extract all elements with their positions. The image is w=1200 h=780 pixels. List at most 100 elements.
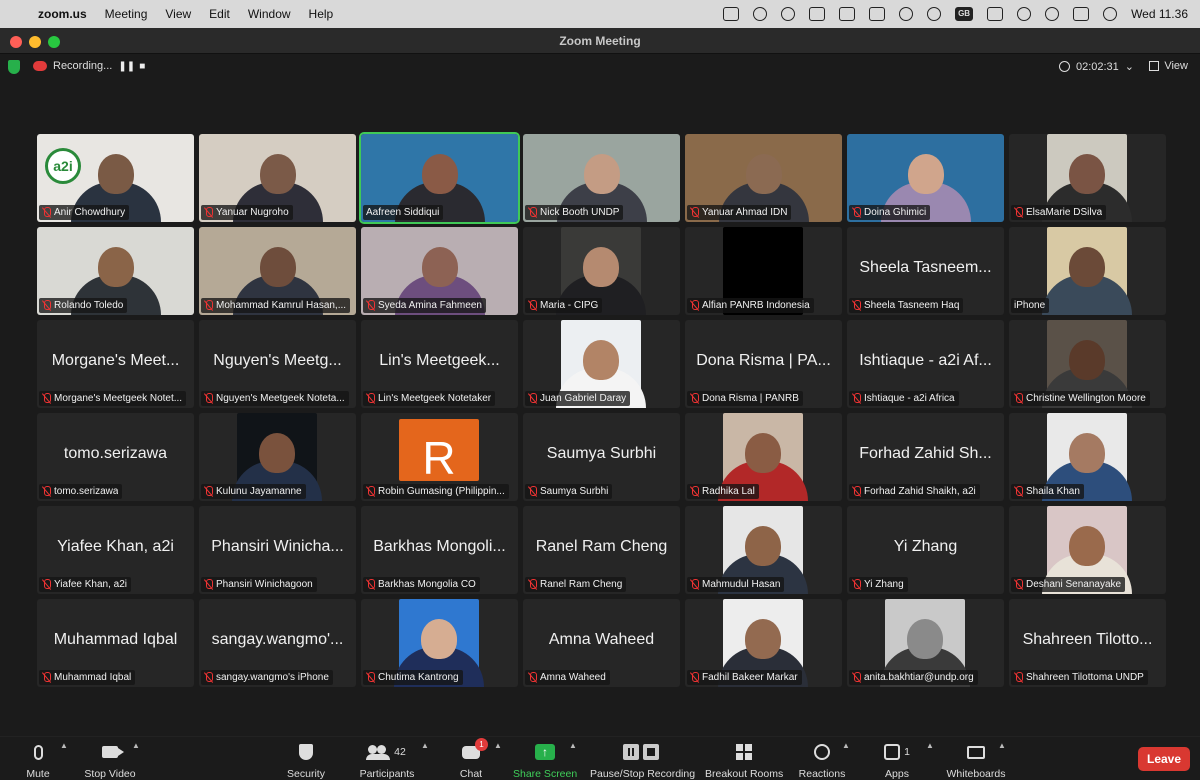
menu-view[interactable]: View <box>165 7 191 21</box>
participant-tile[interactable]: Phansiri Winicha... Phansiri Winichagoon <box>199 506 356 594</box>
participant-display-name: sangay.wangmo'... <box>211 631 344 648</box>
participant-tile[interactable]: Syeda Amina Fahmeen <box>361 227 518 315</box>
keyboard-input-icon[interactable]: GB <box>955 7 974 21</box>
reactions-options-chevron-icon[interactable]: ▲ <box>842 741 850 750</box>
participant-name: Shahreen Tilottoma UNDP <box>1026 672 1144 683</box>
chat-options-chevron-icon[interactable]: ▲ <box>494 741 502 750</box>
battery-icon[interactable] <box>869 7 886 21</box>
reactions-button[interactable]: Reactions <box>798 741 846 780</box>
keyboard-viewer-icon[interactable] <box>987 7 1004 21</box>
mute-button[interactable]: Mute <box>20 741 56 780</box>
participant-tile[interactable]: Shahreen Tilotto... Shahreen Tilottoma UN… <box>1009 599 1166 687</box>
participants-options-chevron-icon[interactable]: ▲ <box>421 741 429 750</box>
participant-tile[interactable]: Kulunu Jayamanne <box>199 413 356 501</box>
participant-tile[interactable]: Lin's Meetgeek... Lin's Meetgeek Notetake… <box>361 320 518 408</box>
user-account-icon[interactable] <box>927 7 942 21</box>
participant-tile[interactable]: Yiafee Khan, a2i Yiafee Khan, a2i <box>37 506 194 594</box>
participant-display-name: Shahreen Tilotto... <box>1022 631 1153 648</box>
participant-tile[interactable]: Fadhil Bakeer Markar <box>685 599 842 687</box>
participant-tile[interactable]: Doina Ghimici <box>847 134 1004 222</box>
whiteboards-button[interactable]: Whiteboards <box>946 741 1006 780</box>
security-button[interactable]: Security <box>283 741 329 780</box>
participant-tile[interactable]: Forhad Zahid Sh... Forhad Zahid Shaikh, a… <box>847 413 1004 501</box>
pause-stop-recording-button[interactable]: Pause/Stop Recording <box>590 741 696 780</box>
encryption-shield-icon[interactable] <box>8 60 20 74</box>
participant-name: Nguyen's Meetgeek Noteta... <box>216 393 345 404</box>
view-button[interactable]: View <box>1149 60 1188 72</box>
chat-button[interactable]: 1 Chat <box>455 737 488 780</box>
participant-tile[interactable]: Sheela Tasneem... Sheela Tasneem Haq <box>847 227 1004 315</box>
participant-tile[interactable]: Deshani Senanayake <box>1009 506 1166 594</box>
participant-tile[interactable]: Barkhas Mongoli... Barkhas Mongolia CO <box>361 506 518 594</box>
whiteboards-options-chevron-icon[interactable]: ▲ <box>998 741 1006 750</box>
stop-icon <box>643 744 659 760</box>
video-options-chevron-icon[interactable]: ▲ <box>132 741 140 750</box>
participant-tile[interactable]: anita.bakhtiar@undp.org <box>847 599 1004 687</box>
participant-tile[interactable]: ElsaMarie DSilva <box>1009 134 1166 222</box>
participant-tile[interactable]: Maria - CIPG <box>523 227 680 315</box>
participant-tile[interactable]: tomo.serizawa tomo.serizawa <box>37 413 194 501</box>
breakout-rooms-button[interactable]: Breakout Rooms <box>705 741 783 780</box>
participant-tile[interactable]: Yanuar Nugroho <box>199 134 356 222</box>
participant-tile[interactable]: Mahmudul Hasan <box>685 506 842 594</box>
volume-icon[interactable] <box>809 7 826 21</box>
participant-tile[interactable]: iPhone <box>1009 227 1166 315</box>
menu-window[interactable]: Window <box>248 7 291 21</box>
participant-tile[interactable]: Christine Wellington Moore <box>1009 320 1166 408</box>
stop-recording-icon[interactable]: ■ <box>136 61 148 72</box>
menu-help[interactable]: Help <box>309 7 334 21</box>
siri-icon[interactable] <box>1103 7 1118 21</box>
participant-name: Kulunu Jayamanne <box>216 486 302 497</box>
time-machine-icon[interactable] <box>1017 7 1032 21</box>
leave-button[interactable]: Leave <box>1138 747 1190 771</box>
apps-options-chevron-icon[interactable]: ▲ <box>926 741 934 750</box>
participant-tile[interactable]: Yi Zhang Yi Zhang <box>847 506 1004 594</box>
participant-tile[interactable]: Amna Waheed Amna Waheed <box>523 599 680 687</box>
participant-tile[interactable]: Ranel Ram Cheng Ranel Ram Cheng <box>523 506 680 594</box>
participant-tile[interactable]: Dona Risma | PA... Dona Risma | PANRB <box>685 320 842 408</box>
participant-tile[interactable]: Yanuar Ahmad IDN <box>685 134 842 222</box>
participant-tile[interactable]: Muhammad Iqbal Muhammad Iqbal <box>37 599 194 687</box>
participant-tile[interactable]: Shaila Khan <box>1009 413 1166 501</box>
menu-meeting[interactable]: Meeting <box>105 7 148 21</box>
menu-app-name[interactable]: zoom.us <box>38 7 87 21</box>
participant-tile[interactable]: sangay.wangmo'... sangay.wangmo's iPhone <box>199 599 356 687</box>
muted-mic-icon <box>852 393 861 404</box>
wifi-icon[interactable] <box>899 7 914 21</box>
person-head <box>421 619 457 659</box>
audio-options-chevron-icon[interactable]: ▲ <box>60 741 68 750</box>
focus-moon-icon[interactable] <box>753 7 768 21</box>
participant-tile[interactable]: Alfian PANRB Indonesia <box>685 227 842 315</box>
participant-tile[interactable]: Aafreen Siddiqui <box>359 132 520 224</box>
screen-share-status-icon[interactable] <box>723 7 740 21</box>
participants-button[interactable]: 42 Participants <box>357 741 417 780</box>
menu-edit[interactable]: Edit <box>209 7 230 21</box>
muted-mic-icon <box>204 300 213 311</box>
menubar-clock[interactable]: Wed 11.36 <box>1131 7 1188 21</box>
participant-tile[interactable]: Rolando Toledo <box>37 227 194 315</box>
participant-name-tag: sangay.wangmo's iPhone <box>201 670 333 685</box>
recording-control-label: Pause/Stop Recording <box>590 768 696 780</box>
stop-video-button[interactable]: Stop Video <box>82 741 138 780</box>
participant-tile[interactable]: R Robin Gumasing (Philippin... <box>361 413 518 501</box>
spotlight-search-icon[interactable] <box>1045 7 1060 21</box>
participant-tile[interactable]: Morgane's Meet... Morgane's Meetgeek Note… <box>37 320 194 408</box>
participant-tile[interactable]: a2i Anir Chowdhury <box>37 134 194 222</box>
share-options-chevron-icon[interactable]: ▲ <box>569 741 577 750</box>
media-play-icon[interactable] <box>781 7 796 21</box>
muted-mic-icon <box>852 207 861 218</box>
apps-button[interactable]: 1 Apps <box>882 741 912 780</box>
participant-tile[interactable]: Nick Booth UNDP <box>523 134 680 222</box>
pause-recording-icon[interactable]: ❚❚ <box>118 61 135 72</box>
participant-tile[interactable]: Chutima Kantrong <box>361 599 518 687</box>
control-center-icon[interactable] <box>1073 7 1090 21</box>
participant-tile[interactable]: Juan Gabriel Daray <box>523 320 680 408</box>
participant-tile[interactable]: Saumya Surbhi Saumya Surbhi <box>523 413 680 501</box>
share-screen-button[interactable]: ↑ Share Screen <box>513 741 577 780</box>
participant-tile[interactable]: Mohammad Kamrul Hasan,... <box>199 227 356 315</box>
participant-tile[interactable]: Radhika Lal <box>685 413 842 501</box>
bluetooth-icon[interactable] <box>839 7 856 21</box>
meeting-timer[interactable]: 02:02:31 ⌄ <box>1058 60 1134 73</box>
participant-tile[interactable]: Nguyen's Meetg... Nguyen's Meetgeek Notet… <box>199 320 356 408</box>
participant-tile[interactable]: Ishtiaque - a2i Af... Ishtiaque - a2i Afr… <box>847 320 1004 408</box>
